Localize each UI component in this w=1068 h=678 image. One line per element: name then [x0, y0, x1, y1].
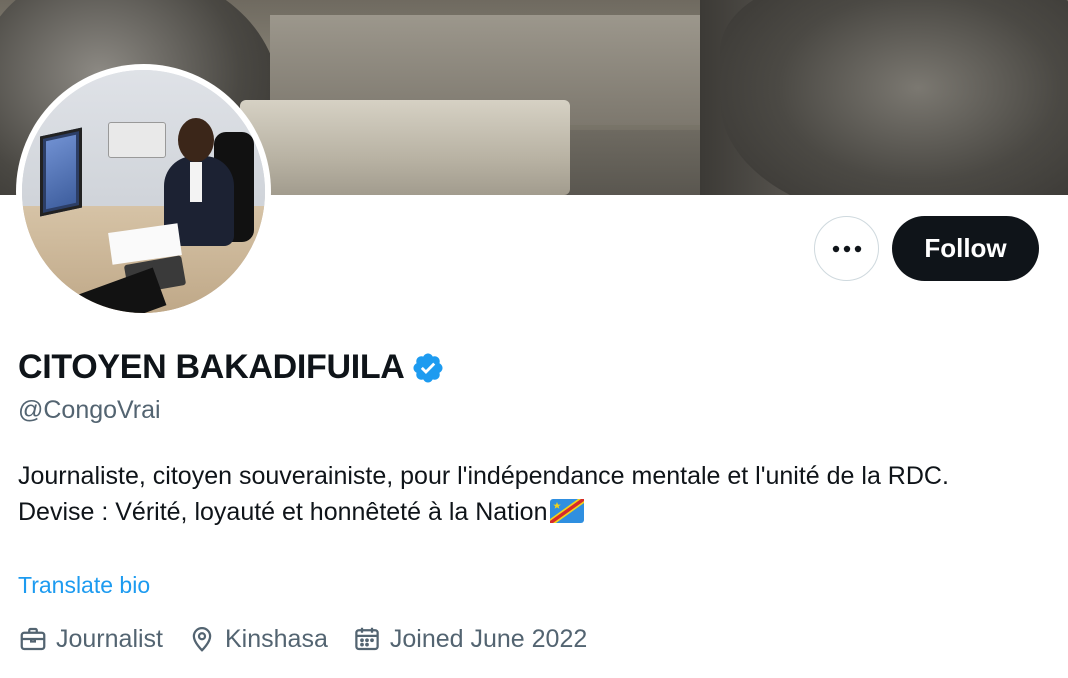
location-pin-icon — [192, 626, 212, 652]
meta-location-text: Kinshasa — [225, 624, 328, 653]
bio-line-2-text: Devise : Vérité, loyauté et honnêteté à … — [18, 498, 548, 526]
avatar-photo — [22, 70, 265, 313]
meta-profession: Journalist — [18, 624, 163, 654]
briefcase-icon — [20, 627, 46, 651]
display-name: CITOYEN BAKADIFUILA — [18, 348, 405, 386]
more-options-icon — [832, 245, 861, 252]
translate-bio-link[interactable]: Translate bio — [18, 572, 150, 599]
photo-monitor — [40, 127, 82, 217]
profile-handle: @CongoVrai — [18, 396, 161, 424]
photo-printer — [108, 122, 166, 158]
follow-button[interactable]: Follow — [892, 216, 1039, 281]
bio-line-1: Journaliste, citoyen souverainiste, pour… — [18, 462, 949, 490]
more-options-button[interactable] — [814, 216, 879, 281]
verified-badge-icon[interactable] — [411, 351, 445, 385]
profile-meta: Journalist Kinshasa Joined June 2022 — [18, 624, 611, 654]
banner-rock-right — [720, 0, 1068, 195]
calendar-icon — [355, 627, 379, 651]
bio-line-2: Devise : Vérité, loyauté et honnêteté à … — [18, 494, 1038, 530]
meta-joined-text: Joined June 2022 — [389, 624, 588, 653]
photo-person-shirt — [190, 162, 202, 202]
meta-location: Kinshasa — [187, 624, 328, 654]
profile-bio: Journaliste, citoyen souverainiste, pour… — [18, 458, 1038, 530]
name-row: CITOYEN BAKADIFUILA — [18, 348, 445, 387]
profile-avatar[interactable] — [16, 64, 271, 319]
drc-flag-icon — [549, 499, 584, 523]
banner-slab-mid — [240, 100, 570, 195]
meta-joined: Joined June 2022 — [352, 624, 587, 654]
photo-person-head — [178, 118, 214, 162]
meta-profession-text: Journalist — [56, 624, 163, 653]
